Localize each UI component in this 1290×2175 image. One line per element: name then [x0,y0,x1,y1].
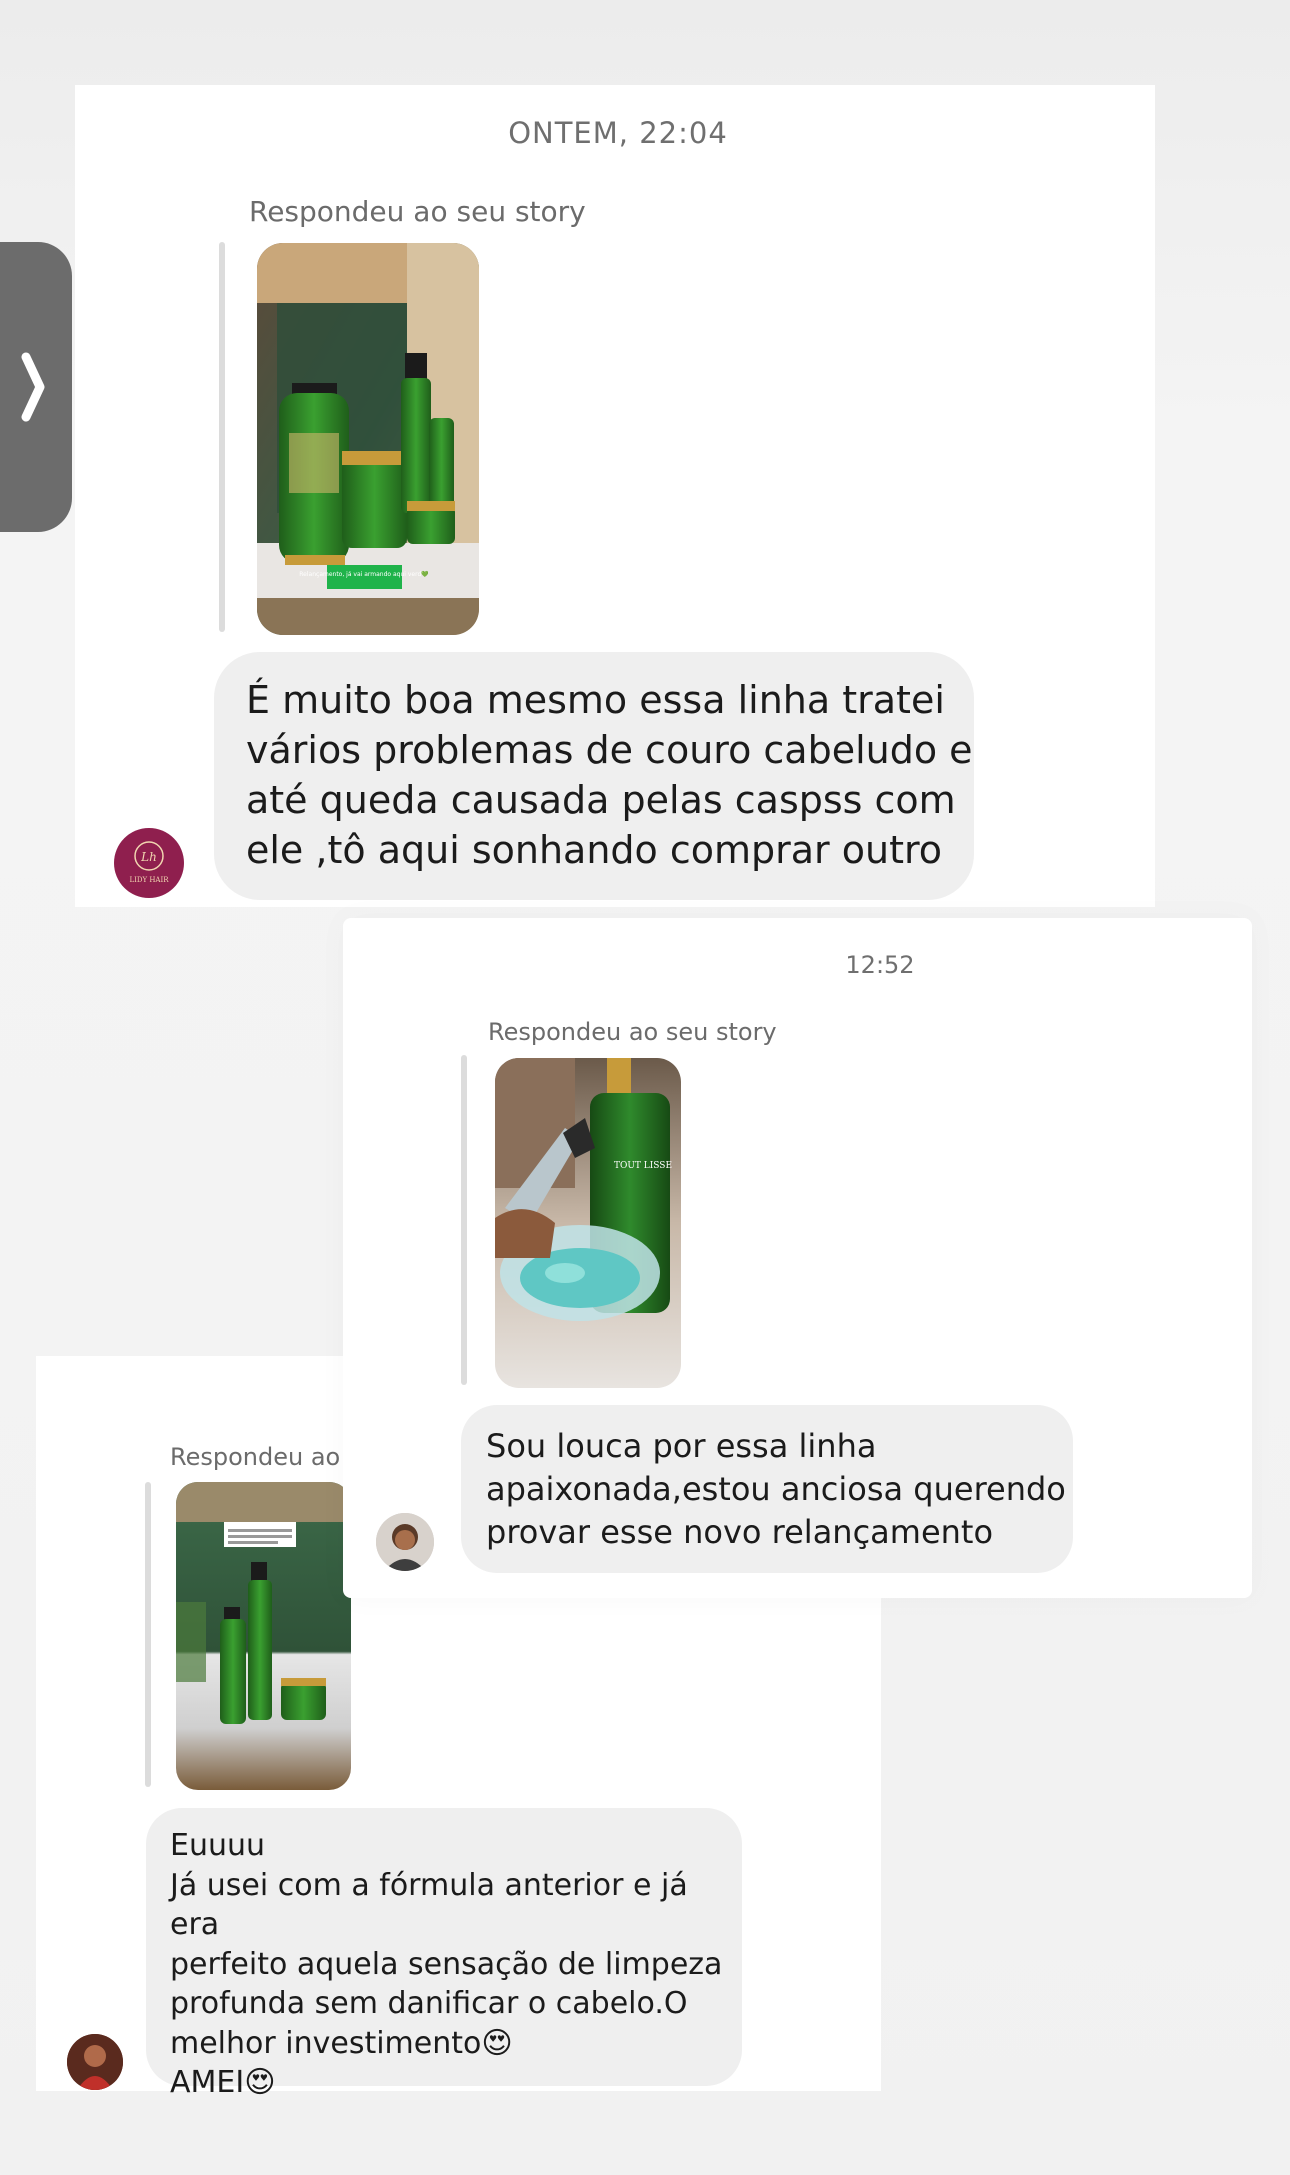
message-bubble[interactable]: Sou louca por essa linha apaixonada,esto… [461,1405,1073,1573]
story-thumbnail-image: TOUT LISSE [495,1058,681,1388]
reply-divider [461,1055,467,1385]
avatar-image [376,1513,434,1571]
svg-text:Lh: Lh [140,850,157,864]
message-bubble[interactable]: Euuuu Já usei com a fórmula anterior e j… [146,1808,742,2100]
story-thumbnail[interactable]: Relançamento, já vai armando aqui verd💚 [257,243,479,635]
story-thumbnail-image: Relançamento, já vai armando aqui verd💚 [257,243,479,635]
brand-logo: Lh LIDY HAIR [129,841,169,884]
avatar[interactable]: Lh LIDY HAIR [114,828,184,898]
message-line: vários problemas de couro cabeludo e [246,728,973,772]
story-thumbnail[interactable] [176,1482,351,1790]
message-line: perfeito aquela sensação de limpeza [170,1946,723,1982]
avatar-label: LIDY HAIR [129,876,169,884]
message-line: até queda causada pelas caspss com [246,778,956,822]
message-line: melhor investimento😍 [170,2025,513,2061]
story-reply-label: Respondeu ao seu story [488,1018,777,1046]
avatar[interactable] [67,2034,123,2090]
timestamp: ONTEM, 22:04 [508,116,728,150]
story-reply-label: Respondeu ao seu story [170,1443,348,1471]
message-line: provar esse novo relançamento [486,1513,994,1551]
chevron-right-icon [21,352,45,422]
side-panel-handle[interactable] [0,242,72,532]
message-line: Euuuu [170,1828,266,1863]
message-bubble[interactable]: É muito boa mesmo essa linha tratei vári… [214,652,974,900]
avatar[interactable] [376,1513,434,1571]
avatar-image [67,2034,123,2090]
message-line: Sou louca por essa linha [486,1427,877,1465]
story-reply-label: Respondeu ao seu story [249,195,586,228]
message-line: AMEI😍 [170,2065,276,2100]
message-line: É muito boa mesmo essa linha tratei [246,678,945,722]
story-thumbnail-image [176,1482,351,1790]
story-thumbnail[interactable]: TOUT LISSE [495,1058,681,1388]
story-caption: Relançamento, já vai armando aqui verd💚 [299,570,429,578]
message-line: ele ,tô aqui sonhando comprar outro [246,828,943,872]
reply-divider [145,1482,151,1787]
message-line: apaixonada,estou anciosa querendo [486,1470,1066,1508]
product-label: TOUT LISSE [614,1161,672,1171]
message-line: Já usei com a fórmula anterior e já era [170,1867,688,1943]
reply-divider [219,242,225,632]
timestamp: 12:52 [845,951,915,979]
message-line: profunda sem danificar o cabelo.O [170,1986,688,2021]
